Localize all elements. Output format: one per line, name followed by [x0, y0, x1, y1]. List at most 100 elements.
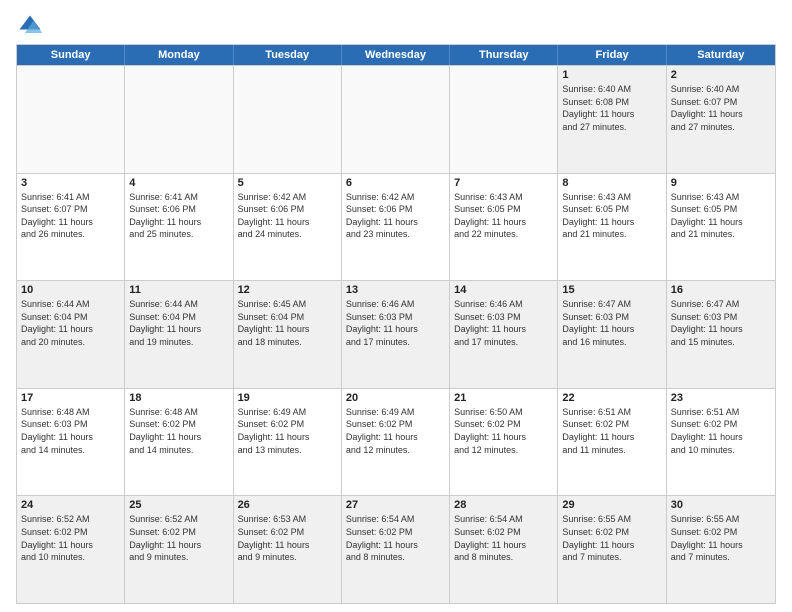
- day-number: 22: [562, 392, 661, 404]
- day-info: Sunrise: 6:43 AM Sunset: 6:05 PM Dayligh…: [454, 191, 553, 241]
- day-number: 29: [562, 499, 661, 511]
- day-info: Sunrise: 6:55 AM Sunset: 6:02 PM Dayligh…: [562, 513, 661, 563]
- day-info: Sunrise: 6:54 AM Sunset: 6:02 PM Dayligh…: [454, 513, 553, 563]
- day-info: Sunrise: 6:40 AM Sunset: 6:07 PM Dayligh…: [671, 83, 771, 133]
- day-number: 18: [129, 392, 228, 404]
- calendar: SundayMondayTuesdayWednesdayThursdayFrid…: [16, 44, 776, 604]
- day-number: 21: [454, 392, 553, 404]
- day-info: Sunrise: 6:55 AM Sunset: 6:02 PM Dayligh…: [671, 513, 771, 563]
- calendar-cell: 1 Sunrise: 6:40 AM Sunset: 6:08 PM Daylig…: [558, 66, 666, 173]
- calendar-cell: 21 Sunrise: 6:50 AM Sunset: 6:02 PM Dayli…: [450, 389, 558, 496]
- header: [16, 12, 776, 40]
- day-info: Sunrise: 6:44 AM Sunset: 6:04 PM Dayligh…: [21, 298, 120, 348]
- logo-icon: [16, 12, 44, 40]
- calendar-cell: 14Sunrise: 6:46 AM Sunset: 6:03 PM Dayli…: [450, 281, 558, 388]
- calendar-cell: 22Sunrise: 6:51 AM Sunset: 6:02 PM Dayli…: [558, 389, 666, 496]
- day-info: Sunrise: 6:43 AM Sunset: 6:05 PM Dayligh…: [562, 191, 661, 241]
- calendar-cell: [450, 66, 558, 173]
- day-info: Sunrise: 6:53 AM Sunset: 6:02 PM Dayligh…: [238, 513, 337, 563]
- day-info: Sunrise: 6:49 AM Sunset: 6:02 PM Dayligh…: [238, 406, 337, 456]
- day-info: Sunrise: 6:50 AM Sunset: 6:02 PM Dayligh…: [454, 406, 553, 456]
- calendar-cell: 15 Sunrise: 6:47 AM Sunset: 6:03 PM Dayli…: [558, 281, 666, 388]
- day-info: Sunrise: 6:43 AM Sunset: 6:05 PM Dayligh…: [671, 191, 771, 241]
- calendar-cell: 19 Sunrise: 6:49 AM Sunset: 6:02 PM Dayli…: [234, 389, 342, 496]
- calendar-cell: 17 Sunrise: 6:48 AM Sunset: 6:03 PM Dayli…: [17, 389, 125, 496]
- day-number: 16: [671, 284, 771, 296]
- day-info: Sunrise: 6:52 AM Sunset: 6:02 PM Dayligh…: [129, 513, 228, 563]
- day-number: 5: [238, 177, 337, 189]
- calendar-cell: 3 Sunrise: 6:41 AM Sunset: 6:07 PM Daylig…: [17, 174, 125, 281]
- calendar-cell: 28 Sunrise: 6:54 AM Sunset: 6:02 PM Dayli…: [450, 496, 558, 603]
- day-of-week-header: Sunday: [17, 45, 125, 65]
- day-number: 4: [129, 177, 228, 189]
- calendar-week-row: 24Sunrise: 6:52 AM Sunset: 6:02 PM Dayli…: [17, 495, 775, 603]
- calendar-cell: 18Sunrise: 6:48 AM Sunset: 6:02 PM Dayli…: [125, 389, 233, 496]
- day-number: 10: [21, 284, 120, 296]
- day-number: 3: [21, 177, 120, 189]
- day-number: 27: [346, 499, 445, 511]
- day-number: 2: [671, 69, 771, 81]
- day-number: 8: [562, 177, 661, 189]
- calendar-cell: [234, 66, 342, 173]
- day-of-week-header: Friday: [558, 45, 666, 65]
- day-number: 9: [671, 177, 771, 189]
- day-number: 1: [562, 69, 661, 81]
- calendar-cell: 12Sunrise: 6:45 AM Sunset: 6:04 PM Dayli…: [234, 281, 342, 388]
- calendar-cell: 6 Sunrise: 6:42 AM Sunset: 6:06 PM Daylig…: [342, 174, 450, 281]
- calendar-cell: 8 Sunrise: 6:43 AM Sunset: 6:05 PM Daylig…: [558, 174, 666, 281]
- day-number: 13: [346, 284, 445, 296]
- calendar-cell: 20 Sunrise: 6:49 AM Sunset: 6:02 PM Dayli…: [342, 389, 450, 496]
- day-info: Sunrise: 6:54 AM Sunset: 6:02 PM Dayligh…: [346, 513, 445, 563]
- day-number: 19: [238, 392, 337, 404]
- calendar-cell: 23Sunrise: 6:51 AM Sunset: 6:02 PM Dayli…: [667, 389, 775, 496]
- day-info: Sunrise: 6:46 AM Sunset: 6:03 PM Dayligh…: [346, 298, 445, 348]
- calendar-cell: [342, 66, 450, 173]
- day-number: 12: [238, 284, 337, 296]
- day-info: Sunrise: 6:40 AM Sunset: 6:08 PM Dayligh…: [562, 83, 661, 133]
- calendar-cell: 30 Sunrise: 6:55 AM Sunset: 6:02 PM Dayli…: [667, 496, 775, 603]
- day-number: 14: [454, 284, 553, 296]
- day-number: 30: [671, 499, 771, 511]
- calendar-cell: 4 Sunrise: 6:41 AM Sunset: 6:06 PM Daylig…: [125, 174, 233, 281]
- calendar-body: 1 Sunrise: 6:40 AM Sunset: 6:08 PM Daylig…: [17, 65, 775, 603]
- day-info: Sunrise: 6:41 AM Sunset: 6:06 PM Dayligh…: [129, 191, 228, 241]
- logo: [16, 12, 48, 40]
- calendar-cell: 27 Sunrise: 6:54 AM Sunset: 6:02 PM Dayli…: [342, 496, 450, 603]
- calendar-week-row: 17 Sunrise: 6:48 AM Sunset: 6:03 PM Dayli…: [17, 388, 775, 496]
- day-info: Sunrise: 6:52 AM Sunset: 6:02 PM Dayligh…: [21, 513, 120, 563]
- calendar-header: SundayMondayTuesdayWednesdayThursdayFrid…: [17, 45, 775, 65]
- day-number: 17: [21, 392, 120, 404]
- calendar-cell: 7Sunrise: 6:43 AM Sunset: 6:05 PM Daylig…: [450, 174, 558, 281]
- day-info: Sunrise: 6:47 AM Sunset: 6:03 PM Dayligh…: [562, 298, 661, 348]
- day-info: Sunrise: 6:41 AM Sunset: 6:07 PM Dayligh…: [21, 191, 120, 241]
- day-number: 11: [129, 284, 228, 296]
- day-of-week-header: Tuesday: [234, 45, 342, 65]
- calendar-cell: 29 Sunrise: 6:55 AM Sunset: 6:02 PM Dayli…: [558, 496, 666, 603]
- day-number: 15: [562, 284, 661, 296]
- calendar-cell: 13 Sunrise: 6:46 AM Sunset: 6:03 PM Dayli…: [342, 281, 450, 388]
- calendar-cell: 25 Sunrise: 6:52 AM Sunset: 6:02 PM Dayli…: [125, 496, 233, 603]
- day-number: 25: [129, 499, 228, 511]
- calendar-cell: [17, 66, 125, 173]
- day-info: Sunrise: 6:42 AM Sunset: 6:06 PM Dayligh…: [346, 191, 445, 241]
- day-number: 23: [671, 392, 771, 404]
- day-of-week-header: Monday: [125, 45, 233, 65]
- calendar-cell: 10 Sunrise: 6:44 AM Sunset: 6:04 PM Dayli…: [17, 281, 125, 388]
- calendar-week-row: 1 Sunrise: 6:40 AM Sunset: 6:08 PM Daylig…: [17, 65, 775, 173]
- calendar-cell: [125, 66, 233, 173]
- day-number: 28: [454, 499, 553, 511]
- day-info: Sunrise: 6:44 AM Sunset: 6:04 PM Dayligh…: [129, 298, 228, 348]
- calendar-cell: 24Sunrise: 6:52 AM Sunset: 6:02 PM Dayli…: [17, 496, 125, 603]
- calendar-cell: 2 Sunrise: 6:40 AM Sunset: 6:07 PM Daylig…: [667, 66, 775, 173]
- day-of-week-header: Thursday: [450, 45, 558, 65]
- day-number: 20: [346, 392, 445, 404]
- calendar-cell: 16 Sunrise: 6:47 AM Sunset: 6:03 PM Dayli…: [667, 281, 775, 388]
- day-info: Sunrise: 6:47 AM Sunset: 6:03 PM Dayligh…: [671, 298, 771, 348]
- day-info: Sunrise: 6:49 AM Sunset: 6:02 PM Dayligh…: [346, 406, 445, 456]
- day-info: Sunrise: 6:48 AM Sunset: 6:03 PM Dayligh…: [21, 406, 120, 456]
- calendar-cell: 26Sunrise: 6:53 AM Sunset: 6:02 PM Dayli…: [234, 496, 342, 603]
- page: SundayMondayTuesdayWednesdayThursdayFrid…: [0, 0, 792, 612]
- day-info: Sunrise: 6:42 AM Sunset: 6:06 PM Dayligh…: [238, 191, 337, 241]
- day-number: 6: [346, 177, 445, 189]
- calendar-week-row: 3 Sunrise: 6:41 AM Sunset: 6:07 PM Daylig…: [17, 173, 775, 281]
